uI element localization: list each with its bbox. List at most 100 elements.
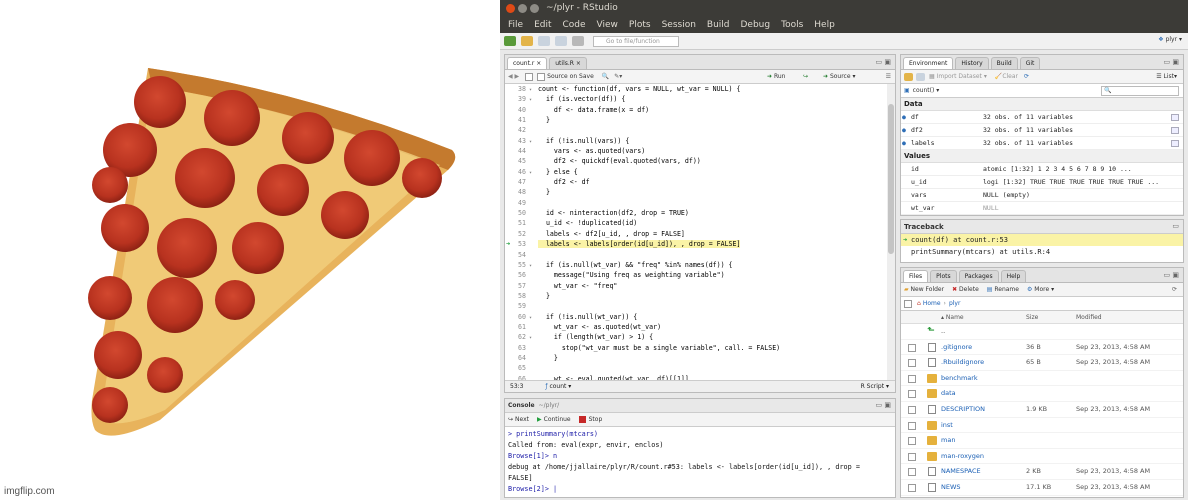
file-checkbox[interactable] bbox=[908, 452, 916, 461]
code-line[interactable]: 51 u_id <- !duplicated(id) bbox=[505, 218, 895, 228]
code-line[interactable]: 46 ▾ } else { bbox=[505, 167, 895, 177]
menu-build[interactable]: Build bbox=[707, 20, 730, 30]
code-line[interactable]: 40 df <- data.frame(x = df) bbox=[505, 105, 895, 115]
refresh-icon[interactable]: ⟳ bbox=[1024, 73, 1029, 80]
menu-edit[interactable]: Edit bbox=[534, 20, 551, 30]
run-button[interactable]: ➜ Run bbox=[767, 73, 785, 80]
file-name[interactable]: .. bbox=[941, 324, 945, 340]
file-name[interactable]: data bbox=[941, 386, 956, 402]
console-output[interactable]: > printSummary(mtcars) Called from: eval(… bbox=[505, 427, 895, 497]
data-icon[interactable]: ● bbox=[902, 111, 906, 124]
file-checkbox[interactable] bbox=[908, 359, 916, 368]
file-name[interactable]: inst bbox=[941, 418, 953, 434]
traceback-frame[interactable]: printSummary(mtcars) at utils.R:4 bbox=[901, 246, 1183, 258]
close-window-icon[interactable] bbox=[506, 3, 515, 13]
code-line[interactable]: 60 ▾ if (!is.null(wt_var)) { bbox=[505, 312, 895, 322]
more-button[interactable]: ⚙ More ▾ bbox=[1027, 286, 1054, 293]
code-line[interactable]: 56 message("Using freq as weighting vari… bbox=[505, 270, 895, 280]
maximize-window-icon[interactable] bbox=[530, 3, 539, 13]
code-line[interactable]: 59 bbox=[505, 301, 895, 311]
scrollbar-thumb[interactable] bbox=[888, 104, 894, 254]
data-icon[interactable]: ● bbox=[902, 137, 906, 150]
file-name[interactable]: man-roxygen bbox=[941, 449, 984, 465]
file-checkbox[interactable] bbox=[908, 374, 916, 383]
project-menu[interactable]: ❖ plyr ▾ bbox=[1158, 36, 1182, 43]
file-row[interactable]: man bbox=[901, 433, 1183, 449]
source-button[interactable]: ➜ Source ▾ bbox=[823, 73, 855, 80]
data-icon[interactable]: ● bbox=[902, 124, 906, 137]
file-checkbox[interactable] bbox=[908, 468, 916, 477]
file-name[interactable]: DESCRIPTION bbox=[941, 402, 985, 418]
next-button[interactable]: Next bbox=[515, 416, 529, 423]
env-row[interactable]: u_id logi [1:32] TRUE TRUE TRUE TRUE TRUE… bbox=[901, 176, 1183, 189]
code-line[interactable]: 47 df2 <- df bbox=[505, 177, 895, 187]
code-line[interactable]: 43 ▾ if (!is.null(vars)) { bbox=[505, 136, 895, 146]
save-all-icon[interactable] bbox=[555, 36, 567, 46]
file-row[interactable]: inst bbox=[901, 418, 1183, 434]
goto-file-input[interactable]: Go to file/function bbox=[593, 35, 679, 47]
file-row[interactable]: man-roxygen bbox=[901, 449, 1183, 465]
env-minmax-icon[interactable]: ▭ ▣ bbox=[1164, 58, 1179, 66]
file-checkbox[interactable] bbox=[908, 483, 916, 492]
tab-plots[interactable]: Plots bbox=[930, 270, 957, 282]
file-row[interactable]: data bbox=[901, 386, 1183, 402]
code-line[interactable]: 44 vars <- as.quoted(vars) bbox=[505, 146, 895, 156]
outline-icon[interactable]: ☰ bbox=[886, 73, 891, 80]
open-file-icon[interactable] bbox=[521, 36, 533, 46]
refresh-files-icon[interactable]: ⟳ bbox=[1172, 286, 1177, 293]
file-row[interactable]: .gitignore 36 B Sep 23, 2013, 4:58 AM bbox=[901, 340, 1183, 356]
files-minmax-icon[interactable]: ▭ ▣ bbox=[1164, 271, 1179, 279]
code-line[interactable]: 58 } bbox=[505, 291, 895, 301]
file-name[interactable]: NEWS bbox=[941, 480, 961, 496]
editor-scrollbar[interactable] bbox=[887, 84, 895, 380]
env-row[interactable]: ● df 32 obs. of 11 variables bbox=[901, 111, 1183, 124]
rename-button[interactable]: ▤ Rename bbox=[987, 286, 1019, 293]
code-line[interactable]: 41 } bbox=[505, 115, 895, 125]
minimize-window-icon[interactable] bbox=[518, 3, 527, 13]
col-name[interactable]: ▴ Name bbox=[941, 311, 964, 324]
new-folder-button[interactable]: ▰ New Folder bbox=[904, 286, 944, 293]
file-name[interactable]: NAMESPACE bbox=[941, 464, 981, 480]
crumb-home[interactable]: Home bbox=[923, 300, 941, 307]
code-line[interactable]: ➜ 53 labels <- labels[order(id[u_id]), , … bbox=[505, 239, 895, 249]
file-checkbox[interactable] bbox=[908, 390, 916, 399]
continue-button[interactable]: Continue bbox=[544, 416, 571, 423]
code-line[interactable]: 39 ▾ if (is.vector(df)) { bbox=[505, 94, 895, 104]
file-checkbox[interactable] bbox=[908, 343, 916, 352]
import-dataset-button[interactable]: ▦ Import Dataset ▾ bbox=[929, 73, 987, 80]
tab-git[interactable]: Git bbox=[1019, 57, 1041, 69]
file-row[interactable]: benchmark bbox=[901, 371, 1183, 387]
clear-button[interactable]: 🧹Clear bbox=[995, 73, 1018, 80]
save-doc-icon[interactable] bbox=[525, 72, 534, 81]
code-line[interactable]: 48 } bbox=[505, 187, 895, 197]
code-line[interactable]: 62 ▾ if (length(wt_var) > 1) { bbox=[505, 332, 895, 342]
menu-debug[interactable]: Debug bbox=[741, 20, 771, 30]
search-icon[interactable]: 🔍 bbox=[602, 73, 609, 80]
function-scope[interactable]: ƒ count ▾ bbox=[545, 383, 571, 390]
stop-button[interactable]: Stop bbox=[589, 416, 603, 423]
table-view-icon[interactable] bbox=[1171, 114, 1179, 121]
menu-view[interactable]: View bbox=[597, 20, 618, 30]
menu-help[interactable]: Help bbox=[814, 20, 835, 30]
traceback-minmax-icon[interactable]: ▭ bbox=[1172, 222, 1179, 230]
save-icon[interactable] bbox=[538, 36, 550, 46]
menu-plots[interactable]: Plots bbox=[629, 20, 651, 30]
crumb-plyr[interactable]: plyr bbox=[949, 300, 961, 307]
menu-code[interactable]: Code bbox=[563, 20, 586, 30]
code-line[interactable]: 54 bbox=[505, 250, 895, 260]
file-checkbox[interactable] bbox=[908, 421, 916, 430]
tab-history[interactable]: History bbox=[955, 57, 989, 69]
select-all-checkbox[interactable] bbox=[904, 299, 912, 308]
tab-packages[interactable]: Packages bbox=[958, 270, 999, 282]
file-name[interactable]: benchmark bbox=[941, 371, 978, 387]
code-line[interactable]: 49 bbox=[505, 198, 895, 208]
file-row[interactable]: ⬑.. bbox=[901, 324, 1183, 340]
menu-tools[interactable]: Tools bbox=[781, 20, 803, 30]
rerun-icon[interactable]: ↪ bbox=[803, 73, 808, 80]
file-name[interactable]: .gitignore bbox=[941, 340, 972, 356]
tab-build[interactable]: Build bbox=[990, 57, 1018, 69]
file-checkbox[interactable] bbox=[908, 405, 916, 414]
print-icon[interactable] bbox=[572, 36, 584, 46]
col-modified[interactable]: Modified bbox=[1076, 311, 1102, 324]
wand-icon[interactable]: ✎▾ bbox=[614, 73, 622, 80]
